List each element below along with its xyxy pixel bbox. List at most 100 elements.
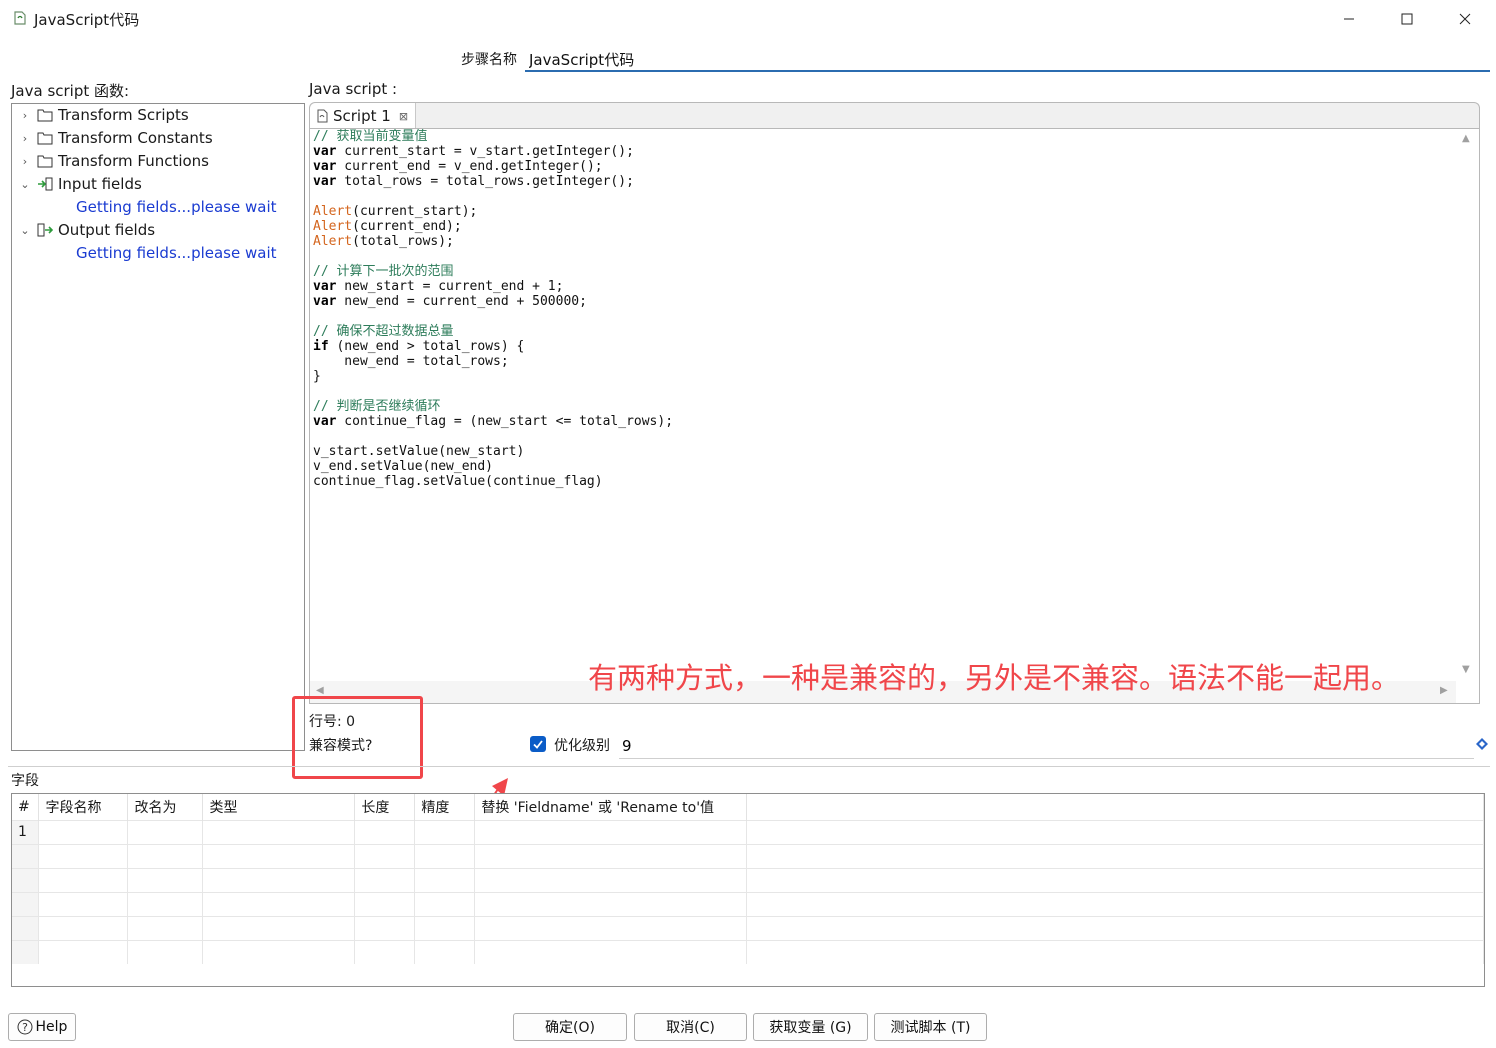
- test-script-button[interactable]: 测试脚本 (T): [874, 1013, 987, 1041]
- table-cell[interactable]: [127, 939, 204, 964]
- scroll-left-icon[interactable]: ◀: [316, 685, 324, 696]
- vertical-scrollbar[interactable]: ▲ ▼: [1456, 129, 1478, 681]
- minimize-icon: [1344, 18, 1354, 20]
- maximize-button[interactable]: [1378, 0, 1436, 38]
- scroll-right-icon[interactable]: ▶: [1440, 685, 1448, 696]
- chevron-right-icon[interactable]: ›: [18, 132, 32, 145]
- table-row[interactable]: 1: [12, 819, 1484, 844]
- row-number-cell: [12, 867, 40, 892]
- table-cell[interactable]: [414, 939, 476, 964]
- table-cell[interactable]: [38, 843, 129, 868]
- table-cell[interactable]: [127, 819, 204, 844]
- table-row[interactable]: [12, 843, 1484, 868]
- row-number-cell: [12, 891, 40, 916]
- tree-item-transform-scripts[interactable]: › Transform Scripts: [18, 104, 189, 126]
- column-header[interactable]: #: [12, 794, 40, 820]
- table-cell[interactable]: [474, 939, 748, 964]
- tree-item-input-fields[interactable]: ⌄ Input fields: [18, 173, 142, 195]
- table-cell[interactable]: [38, 819, 129, 844]
- column-header[interactable]: 改名为: [127, 794, 204, 820]
- tab-script-1[interactable]: Script 1 ⊠: [310, 103, 416, 129]
- table-cell[interactable]: [354, 843, 416, 868]
- table-cell[interactable]: [474, 891, 748, 916]
- table-cell[interactable]: [38, 891, 129, 916]
- table-cell[interactable]: [202, 867, 356, 892]
- table-cell[interactable]: [474, 843, 748, 868]
- maximize-icon: [1401, 13, 1413, 25]
- table-cell[interactable]: [354, 867, 416, 892]
- table-cell[interactable]: [38, 867, 129, 892]
- table-cell[interactable]: [354, 891, 416, 916]
- script-label: Java script :: [309, 80, 398, 98]
- tree-item-label: Transform Constants: [58, 129, 213, 147]
- scroll-up-icon[interactable]: ▲: [1462, 133, 1470, 144]
- chevron-right-icon[interactable]: ›: [18, 109, 32, 122]
- table-cell[interactable]: [414, 915, 476, 940]
- table-cell[interactable]: [202, 843, 356, 868]
- table-cell[interactable]: [474, 819, 748, 844]
- table-cell[interactable]: [414, 891, 476, 916]
- table-cell[interactable]: [202, 819, 356, 844]
- table-cell[interactable]: [354, 939, 416, 964]
- output-fields-loading: Getting fields...please wait: [76, 244, 277, 262]
- close-button[interactable]: [1436, 0, 1494, 38]
- chevron-down-icon[interactable]: ⌄: [18, 224, 32, 237]
- table-row[interactable]: [12, 915, 1484, 940]
- variable-diamond-icon[interactable]: [1476, 738, 1488, 750]
- table-cell[interactable]: [202, 891, 356, 916]
- column-header[interactable]: 替换 'Fieldname' 或 'Rename to'值: [474, 794, 748, 820]
- table-cell[interactable]: [474, 915, 748, 940]
- cancel-button[interactable]: 取消(C): [634, 1013, 747, 1041]
- column-header[interactable]: 类型: [202, 794, 356, 820]
- step-name-input[interactable]: [525, 48, 1490, 72]
- column-header[interactable]: 字段名称: [38, 794, 129, 820]
- table-cell[interactable]: [414, 867, 476, 892]
- get-variables-button[interactable]: 获取变量 (G): [753, 1013, 868, 1041]
- ok-button[interactable]: 确定(O): [513, 1013, 627, 1041]
- tree-item-transform-functions[interactable]: › Transform Functions: [18, 150, 209, 172]
- tree-item-output-fields[interactable]: ⌄ Output fields: [18, 219, 155, 241]
- fields-table[interactable]: # 字段名称 改名为 类型 长度 精度 替换 'Fieldname' 或 'Re…: [11, 793, 1485, 987]
- editor-tab-bar: [309, 102, 1480, 128]
- row-number-cell: [12, 915, 40, 940]
- table-cell[interactable]: [127, 891, 204, 916]
- tree-item-label: Input fields: [58, 175, 142, 193]
- tree-item-label: Transform Scripts: [58, 106, 189, 124]
- column-header[interactable]: 长度: [354, 794, 416, 820]
- optimization-checkbox[interactable]: [530, 736, 546, 752]
- table-cell[interactable]: [127, 843, 204, 868]
- line-number-label: 行号: 0: [309, 714, 356, 730]
- table-row[interactable]: [12, 867, 1484, 892]
- compatibility-mode-label: 兼容模式?: [309, 738, 373, 754]
- function-tree[interactable]: › Transform Scripts › Transform Constant…: [11, 103, 305, 751]
- table-filler-cell: [746, 867, 1484, 892]
- table-cell[interactable]: [127, 867, 204, 892]
- table-cell[interactable]: [474, 867, 748, 892]
- optimization-level-input[interactable]: [619, 733, 1474, 759]
- table-cell[interactable]: [202, 939, 356, 964]
- checkmark-icon: [533, 740, 543, 749]
- table-cell[interactable]: [354, 915, 416, 940]
- table-cell[interactable]: [127, 915, 204, 940]
- title-bar: [0, 0, 1496, 38]
- scroll-down-icon[interactable]: ▼: [1462, 664, 1470, 675]
- chevron-right-icon[interactable]: ›: [18, 155, 32, 168]
- minimize-button[interactable]: [1320, 0, 1378, 38]
- close-tab-icon[interactable]: ⊠: [399, 110, 408, 123]
- script-code[interactable]: // 获取当前变量值 var current_start = v_start.g…: [313, 129, 673, 489]
- table-cell[interactable]: [38, 915, 129, 940]
- column-header[interactable]: 精度: [414, 794, 476, 820]
- tree-item-label: Transform Functions: [58, 152, 209, 170]
- table-cell[interactable]: [202, 915, 356, 940]
- table-filler-cell: [746, 843, 1484, 868]
- table-cell[interactable]: [354, 819, 416, 844]
- table-cell[interactable]: [414, 819, 476, 844]
- help-button[interactable]: ? Help: [8, 1013, 76, 1041]
- table-cell[interactable]: [414, 843, 476, 868]
- table-cell[interactable]: [38, 939, 129, 964]
- tree-item-transform-constants[interactable]: › Transform Constants: [18, 127, 213, 149]
- table-row[interactable]: [12, 891, 1484, 916]
- script-editor[interactable]: // 获取当前变量值 var current_start = v_start.g…: [309, 128, 1480, 704]
- chevron-down-icon[interactable]: ⌄: [18, 178, 32, 191]
- table-row[interactable]: [12, 939, 1484, 964]
